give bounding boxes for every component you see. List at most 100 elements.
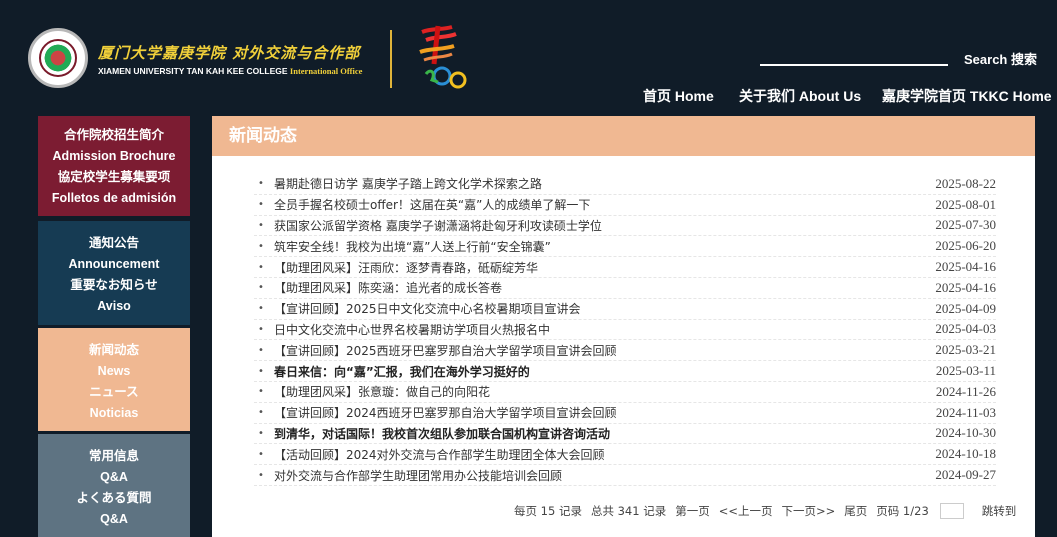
news-title[interactable]: 【助理团风采】汪雨欣：逐梦青春路，砥砺绽芳华 — [274, 259, 916, 276]
news-title[interactable]: 【活动回顾】2024对外交流与合作部学生助理团全体大会回顾 — [274, 446, 916, 463]
page-jump-input[interactable] — [939, 503, 964, 519]
first-page-link[interactable]: 第一页 — [675, 503, 710, 519]
sidebar-label: Aviso — [97, 299, 131, 313]
pagination: 每页 15 记录 总共 341 记录 第一页 <<上一页 下一页>> 尾页 页码… — [514, 503, 1025, 519]
sidebar-label: 重要なお知らせ — [70, 278, 158, 292]
news-item[interactable]: • 【助理团风采】陈奕涵：追光者的成长答卷 2025-04-16 — [254, 278, 996, 299]
news-date: 2025-07-30 — [935, 217, 996, 233]
bullet-icon: • — [258, 365, 264, 377]
bullet-icon: • — [258, 344, 264, 356]
news-item[interactable]: • 【助理团风采】汪雨欣：逐梦青春路，砥砺绽芳华 2025-04-16 — [254, 257, 996, 278]
news-date: 2024-10-18 — [935, 446, 996, 462]
bullet-icon: • — [258, 469, 264, 481]
sidebar-item-qa[interactable]: 常用信息 Q&A よくある質問 Q&A — [38, 434, 190, 537]
sidebar-label: Q&A — [100, 512, 128, 526]
news-date: 2025-04-16 — [935, 259, 996, 275]
per-page-info: 每页 15 记录 — [514, 504, 582, 518]
news-item[interactable]: • 【宣讲回顾】2025西班牙巴塞罗那自治大学留学项目宣讲会回顾 2025-03-2… — [254, 340, 996, 362]
bullet-icon: • — [258, 261, 264, 273]
news-item[interactable]: • 获国家公派留学资格 嘉庚学子谢潇涵将赴匈牙利攻读硕士学位 2025-07-30 — [254, 216, 996, 237]
sidebar-label: 合作院校招生简介 — [63, 128, 164, 142]
news-item[interactable]: • 到清华，对话国际！我校首次组队参加联合国机构宣讲咨询活动 2024-10-30 — [254, 424, 996, 445]
sidebar-label: 常用信息 — [88, 449, 139, 463]
next-page-link[interactable]: 下一页>> — [782, 503, 836, 519]
news-date: 2024-11-03 — [935, 404, 996, 420]
goto-button[interactable]: 跳转到 — [982, 503, 1017, 519]
sidebar-label: Admission Brochure — [52, 149, 176, 163]
bullet-icon: • — [258, 199, 264, 211]
sidebar-label: 通知公告 — [88, 236, 139, 250]
anniversary-logo — [419, 25, 467, 89]
news-list: • 暑期赴德日访学 嘉庚学子踏上跨文化学术探索之路 2025-08-22 • 全员手握名… — [254, 174, 996, 486]
nav-tkkc-home[interactable]: 嘉庚学院首页 TKKC Home — [882, 86, 1052, 106]
search-button[interactable]: Search 搜索 — [964, 49, 1037, 68]
sidebar-label: Q&A — [100, 470, 128, 484]
news-title[interactable]: 全员手握名校硕士offer！这届在英“嘉”人的成绩单了解一下 — [274, 196, 916, 213]
bullet-icon: • — [258, 407, 264, 419]
search-input[interactable] — [760, 64, 948, 66]
brand-title-en: XIAMEN UNIVERSITY TAN KAH KEE COLLEGE In… — [98, 66, 363, 76]
header-divider — [390, 30, 392, 88]
news-date: 2024-09-27 — [935, 467, 996, 483]
bullet-icon: • — [258, 178, 264, 190]
sidebar-label: ニュース — [89, 385, 139, 399]
sidebar-label: Announcement — [68, 257, 160, 271]
news-item[interactable]: • 对外交流与合作部学生助理团常用办公技能培训会回顾 2024-09-27 — [254, 465, 996, 486]
sidebar-label: Noticias — [89, 406, 139, 420]
nav-home[interactable]: 首页 Home — [643, 86, 714, 106]
news-date: 2025-04-16 — [935, 279, 996, 295]
news-date: 2025-06-20 — [935, 238, 996, 254]
bullet-icon: • — [258, 323, 264, 335]
news-date: 2025-03-11 — [935, 363, 996, 379]
sidebar-item-announcement[interactable]: 通知公告 Announcement 重要なお知らせ Aviso — [38, 221, 190, 325]
college-seal-logo[interactable] — [28, 28, 88, 88]
news-item[interactable]: • 日中文化交流中心世界名校暑期访学项目火热报名中 2025-04-03 — [254, 320, 996, 341]
bullet-icon: • — [258, 448, 264, 460]
news-date: 2025-03-21 — [935, 342, 996, 358]
total-records: 总共 341 记录 — [590, 504, 667, 518]
news-title[interactable]: 【宣讲回顾】2025西班牙巴塞罗那自治大学留学项目宣讲会回顾 — [274, 342, 916, 359]
news-title[interactable]: 到清华，对话国际！我校首次组队参加联合国机构宣讲咨询活动 — [274, 425, 916, 442]
news-item[interactable]: • 【活动回顾】2024对外交流与合作部学生助理团全体大会回顾 2024-10-18 — [254, 444, 996, 466]
news-title[interactable]: 日中文化交流中心世界名校暑期访学项目火热报名中 — [274, 321, 916, 338]
news-date: 2024-11-26 — [935, 383, 996, 399]
news-item[interactable]: • 【宣讲回顾】2025日中文化交流中心名校暑期项目宣讲会 2025-04-09 — [254, 299, 996, 320]
news-title[interactable]: 对外交流与合作部学生助理团常用办公技能培训会回顾 — [274, 467, 916, 484]
last-page-link[interactable]: 尾页 — [844, 503, 867, 519]
news-panel: 新闻动态 • 暑期赴德日访学 嘉庚学子踏上跨文化学术探索之路 2025-08-22 •… — [212, 116, 1035, 537]
sidebar-label: よくある質問 — [76, 491, 152, 505]
news-date: 2024-10-30 — [935, 425, 996, 441]
news-title[interactable]: 春日来信：向“嘉”汇报，我们在海外学习挺好的 — [274, 363, 916, 380]
sidebar-label: News — [97, 364, 131, 378]
page-indicator: 页码 1/23 — [876, 504, 929, 518]
nav-about-us[interactable]: 关于我们 About Us — [739, 86, 861, 106]
sidebar-item-news[interactable]: 新闻动态 News ニュース Noticias — [38, 328, 190, 431]
news-date: 2025-04-03 — [935, 321, 996, 337]
sidebar-label: 協定校学生募集要项 — [57, 170, 171, 184]
news-title[interactable]: 【助理团风采】张意璇：做自己的向阳花 — [274, 383, 916, 400]
sidebar-label: 新闻动态 — [88, 343, 139, 357]
news-date: 2025-04-09 — [935, 300, 996, 316]
news-title[interactable]: 【助理团风采】陈奕涵：追光者的成长答卷 — [274, 279, 916, 296]
brand-title-cn: 厦门大学嘉庚学院 对外交流与合作部 — [98, 44, 361, 62]
news-title[interactable]: 筑牢安全线！我校为出境“嘉”人送上行前“安全锦囊” — [274, 238, 916, 255]
news-item[interactable]: • 【助理团风采】张意璇：做自己的向阳花 2024-11-26 — [254, 382, 996, 403]
prev-page-link[interactable]: <<上一页 — [719, 503, 773, 519]
bullet-icon: • — [258, 386, 264, 398]
news-title[interactable]: 【宣讲回顾】2025日中文化交流中心名校暑期项目宣讲会 — [274, 300, 916, 317]
news-item[interactable]: • 春日来信：向“嘉”汇报，我们在海外学习挺好的 2025-03-11 — [254, 361, 996, 382]
news-title[interactable]: 获国家公派留学资格 嘉庚学子谢潇涵将赴匈牙利攻读硕士学位 — [274, 217, 916, 234]
news-date: 2025-08-22 — [935, 175, 996, 191]
news-title[interactable]: 暑期赴德日访学 嘉庚学子踏上跨文化学术探索之路 — [274, 175, 916, 192]
news-item[interactable]: • 筑牢安全线！我校为出境“嘉”人送上行前“安全锦囊” 2025-06-20 — [254, 236, 996, 258]
bullet-icon: • — [258, 240, 264, 252]
news-title[interactable]: 【宣讲回顾】2024西班牙巴塞罗那自治大学留学项目宣讲会回顾 — [274, 404, 916, 421]
news-date: 2025-08-01 — [935, 196, 996, 212]
news-item[interactable]: • 【宣讲回顾】2024西班牙巴塞罗那自治大学留学项目宣讲会回顾 2024-11-0… — [254, 403, 996, 424]
bullet-icon: • — [258, 282, 264, 294]
news-item[interactable]: • 全员手握名校硕士offer！这届在英“嘉”人的成绩单了解一下 2025-08-0… — [254, 195, 996, 216]
bullet-icon: • — [258, 427, 264, 439]
news-item[interactable]: • 暑期赴德日访学 嘉庚学子踏上跨文化学术探索之路 2025-08-22 — [254, 174, 996, 195]
sidebar-item-admission-brochure[interactable]: 合作院校招生简介 Admission Brochure 協定校学生募集要项 Fo… — [38, 116, 190, 216]
bullet-icon: • — [258, 219, 264, 231]
